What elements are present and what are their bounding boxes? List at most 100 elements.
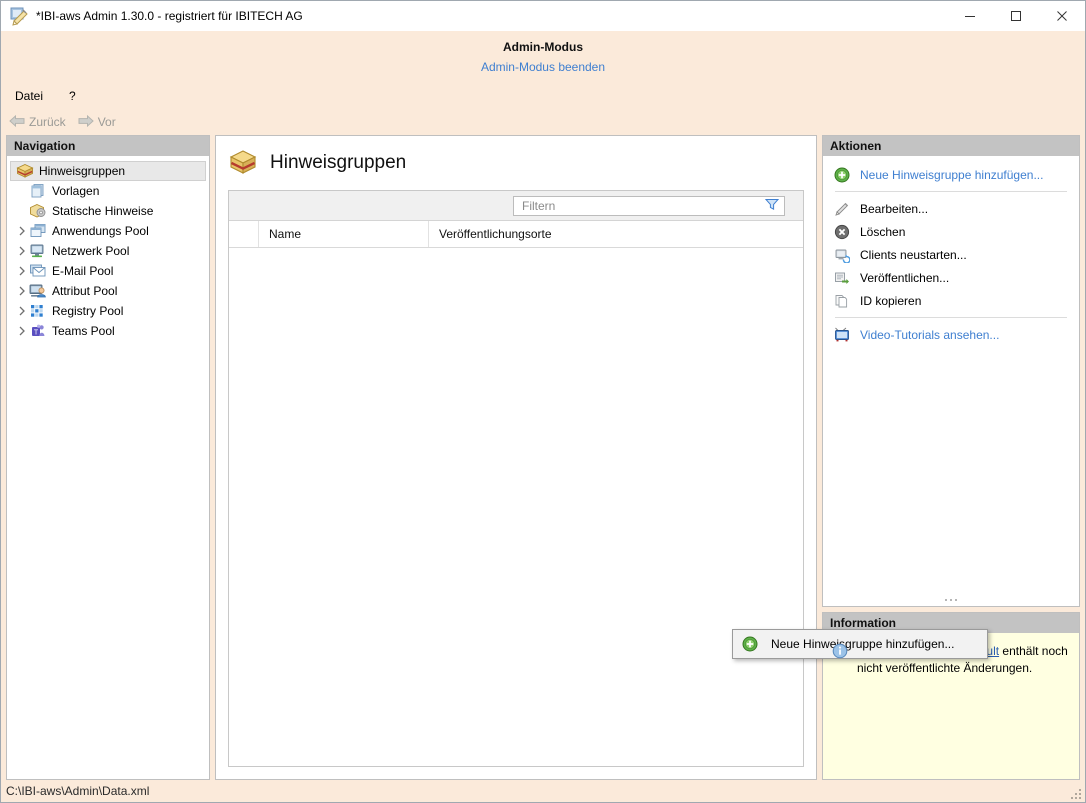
data-grid: Filtern Name Veröffentlichungsorte — [228, 190, 804, 767]
title-bar: *IBI-aws Admin 1.30.0 - registriert für … — [1, 1, 1085, 31]
maximize-button[interactable] — [993, 1, 1039, 31]
mail-icon — [29, 263, 47, 279]
main-content-pane: Hinweisgruppen Filtern Name — [215, 135, 817, 780]
teams-icon: T — [29, 323, 47, 339]
applications-icon — [29, 223, 47, 239]
window-controls — [947, 1, 1085, 31]
sidebar-item-label: Hinweisgruppen — [39, 163, 125, 179]
action-label: Löschen — [860, 224, 905, 240]
action-bearbeiten[interactable]: Bearbeiten... — [823, 197, 1079, 220]
actions-separator — [835, 191, 1067, 192]
actions-separator — [835, 317, 1067, 318]
context-menu: Neue Hinweisgruppe hinzufügen... — [732, 629, 988, 659]
sidebar-item-label: Statische Hinweise — [52, 203, 153, 219]
back-button-label: Zurück — [29, 115, 66, 129]
sidebar-item-label: E-Mail Pool — [52, 263, 113, 279]
context-menu-item-neue-hinweisgruppe[interactable]: Neue Hinweisgruppe hinzufügen... — [733, 632, 987, 656]
resize-grip[interactable] — [1067, 785, 1081, 799]
sidebar-item-attribut-pool[interactable]: Attribut Pool — [7, 281, 209, 301]
admin-mode-exit-link[interactable]: Admin-Modus beenden — [481, 59, 605, 75]
restart-icon — [833, 247, 851, 263]
table-body[interactable] — [229, 248, 803, 766]
sidebar-item-hinweisgruppen[interactable]: Hinweisgruppen — [10, 161, 206, 181]
chevron-right-icon[interactable] — [15, 326, 29, 336]
sidebar-item-netzwerk-pool[interactable]: Netzwerk Pool — [7, 241, 209, 261]
actions-panel: Aktionen Neue Hinweisgruppe hinzufügen..… — [822, 135, 1080, 607]
search-input[interactable]: Filtern — [513, 196, 785, 216]
action-clients-neustarten[interactable]: Clients neustarten... — [823, 243, 1079, 266]
status-bar-path: C:\IBI-aws\Admin\Data.xml — [6, 784, 149, 798]
navigation-tree: Hinweisgruppen Vorlagen — [7, 156, 209, 779]
pen-document-icon — [8, 5, 30, 27]
menu-hilfe[interactable]: ? — [65, 87, 80, 105]
funnel-icon[interactable] — [764, 197, 780, 214]
svg-text:T: T — [34, 329, 39, 336]
network-icon — [29, 243, 47, 259]
filter-placeholder: Filtern — [522, 197, 764, 215]
admin-mode-title: Admin-Modus — [503, 39, 583, 55]
navigation-pane: Navigation Hinweisgruppen — [6, 135, 210, 780]
action-label: Bearbeiten... — [860, 201, 928, 217]
sidebar-item-vorlagen[interactable]: Vorlagen — [7, 181, 209, 201]
templates-icon — [29, 183, 47, 199]
add-green-icon — [739, 636, 761, 652]
action-label: ID kopieren — [860, 293, 921, 309]
forward-button-label: Vor — [98, 115, 116, 129]
close-button[interactable] — [1039, 1, 1085, 31]
action-loeschen[interactable]: Löschen — [823, 220, 1079, 243]
sidebar-item-statische-hinweise[interactable]: Statische Hinweise — [7, 201, 209, 221]
action-label: Video-Tutorials ansehen... — [860, 327, 999, 343]
page-header: Hinweisgruppen — [216, 136, 816, 190]
table-header-row: Name Veröffentlichungsorte — [229, 221, 803, 248]
column-header-select[interactable] — [229, 221, 259, 247]
user-attribute-icon — [29, 283, 47, 299]
static-notes-icon — [29, 203, 47, 219]
navigation-toolbar: Zurück Vor — [1, 109, 1085, 135]
back-button[interactable]: Zurück — [9, 114, 66, 131]
panel-resize-grip[interactable] — [823, 599, 1079, 601]
chevron-right-icon[interactable] — [15, 226, 29, 236]
sidebar-item-label: Netzwerk Pool — [52, 243, 129, 259]
menu-datei[interactable]: Datei — [11, 87, 47, 105]
page-title: Hinweisgruppen — [270, 152, 406, 174]
sidebar-item-label: Anwendungs Pool — [52, 223, 149, 239]
info-icon — [832, 643, 850, 659]
minimize-button[interactable] — [947, 1, 993, 31]
context-menu-item-label: Neue Hinweisgruppe hinzufügen... — [771, 637, 954, 651]
arrow-right-icon — [78, 114, 94, 131]
actions-panel-header: Aktionen — [823, 136, 1079, 156]
action-video-tutorials[interactable]: Video-Tutorials ansehen... — [823, 323, 1079, 346]
package-icon — [16, 163, 34, 179]
chevron-right-icon[interactable] — [15, 306, 29, 316]
chevron-right-icon[interactable] — [15, 246, 29, 256]
sidebar-item-teams-pool[interactable]: T Teams Pool — [7, 321, 209, 341]
tv-icon — [833, 327, 851, 343]
information-text: Die Hinweisgruppe Default enthält noch n… — [857, 643, 1069, 779]
chevron-right-icon[interactable] — [15, 266, 29, 276]
action-id-kopieren[interactable]: ID kopieren — [823, 289, 1079, 312]
right-pane: Aktionen Neue Hinweisgruppe hinzufügen..… — [822, 135, 1080, 780]
column-header-veroeffentlichungsorte[interactable]: Veröffentlichungsorte — [429, 221, 803, 247]
action-neue-hinweisgruppe[interactable]: Neue Hinweisgruppe hinzufügen... — [823, 163, 1079, 186]
actions-list: Neue Hinweisgruppe hinzufügen... Bearbei… — [823, 156, 1079, 346]
filter-toolbar: Filtern — [229, 191, 803, 221]
sidebar-item-email-pool[interactable]: E-Mail Pool — [7, 261, 209, 281]
admin-mode-banner: Admin-Modus Admin-Modus beenden — [1, 31, 1085, 83]
sidebar-item-label: Attribut Pool — [52, 283, 117, 299]
sidebar-item-label: Registry Pool — [52, 303, 123, 319]
forward-button[interactable]: Vor — [78, 114, 116, 131]
publish-icon — [833, 270, 851, 286]
action-label: Neue Hinweisgruppe hinzufügen... — [860, 167, 1043, 183]
sidebar-item-label: Teams Pool — [52, 323, 115, 339]
sidebar-item-anwendungs-pool[interactable]: Anwendungs Pool — [7, 221, 209, 241]
sidebar-item-registry-pool[interactable]: Registry Pool — [7, 301, 209, 321]
package-icon — [228, 148, 258, 178]
chevron-right-icon[interactable] — [15, 286, 29, 296]
action-label: Veröffentlichen... — [860, 270, 949, 286]
arrow-left-icon — [9, 114, 25, 131]
action-veroeffentlichen[interactable]: Veröffentlichen... — [823, 266, 1079, 289]
status-bar: C:\IBI-aws\Admin\Data.xml — [1, 780, 1085, 802]
navigation-pane-header: Navigation — [7, 136, 209, 156]
column-header-name[interactable]: Name — [259, 221, 429, 247]
copy-icon — [833, 293, 851, 309]
